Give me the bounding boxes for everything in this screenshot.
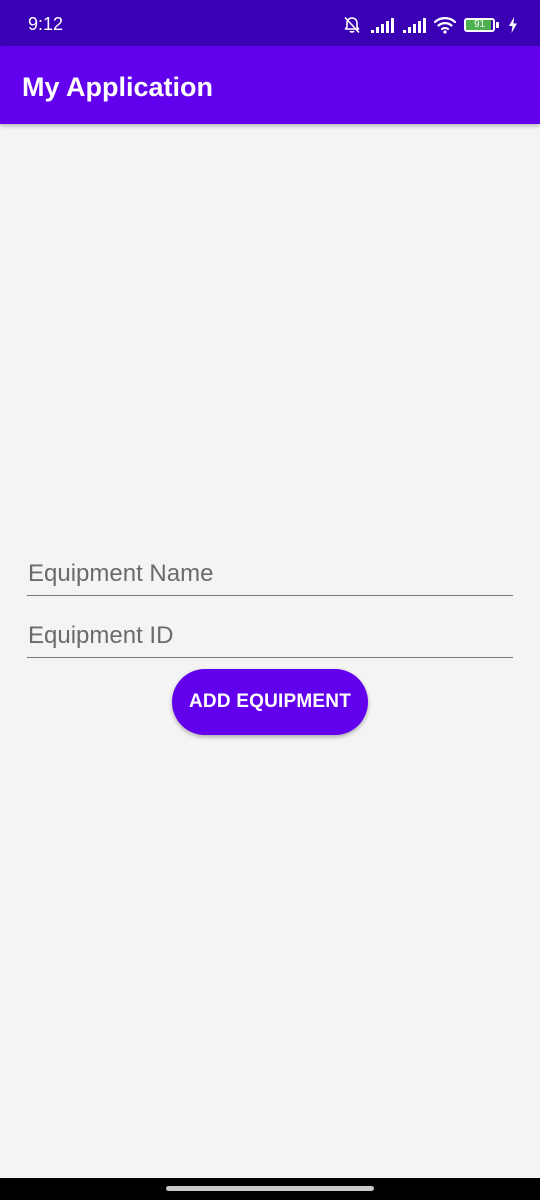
home-indicator[interactable]: [166, 1186, 374, 1191]
bell-off-icon: [342, 15, 362, 35]
equipment-id-field[interactable]: [27, 618, 513, 658]
charging-icon: [508, 17, 518, 33]
equipment-id-input[interactable]: [27, 618, 513, 657]
signal-icon: [370, 17, 394, 33]
navigation-bar: [0, 1178, 540, 1200]
status-icons: 91: [342, 13, 518, 37]
battery-icon: 91: [464, 17, 500, 33]
add-equipment-button[interactable]: ADD EQUIPMENT: [172, 669, 368, 735]
status-bar: 9:12 91: [0, 0, 540, 46]
signal-icon: [402, 17, 426, 33]
wifi-icon: [434, 16, 456, 34]
battery-level-text: 91: [473, 19, 486, 30]
app-bar: My Application: [0, 46, 540, 124]
equipment-name-input[interactable]: [27, 556, 513, 595]
app-title: My Application: [22, 72, 214, 102]
equipment-name-field[interactable]: [27, 556, 513, 596]
status-time: 9:12: [28, 14, 64, 34]
